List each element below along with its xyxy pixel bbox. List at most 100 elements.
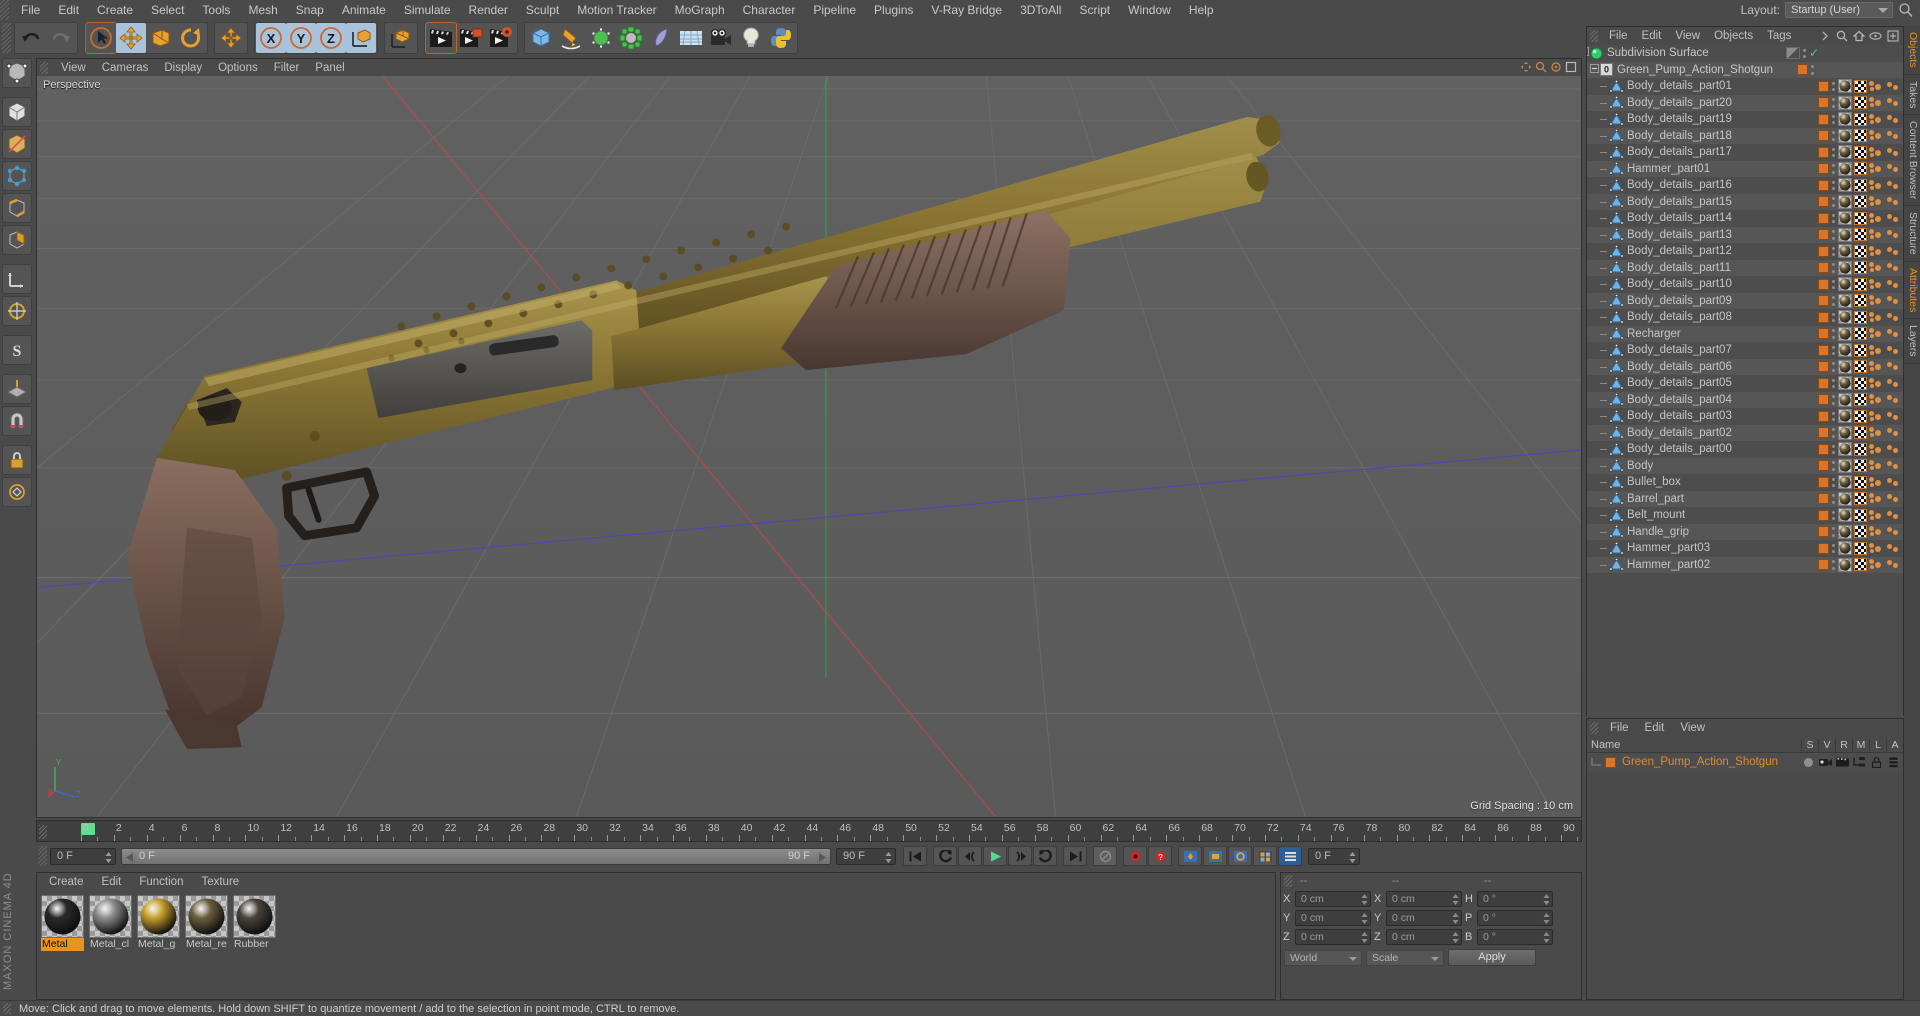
status-grip[interactable] [3,1003,11,1014]
visibility-dots[interactable] [1831,80,1836,93]
visibility-dots[interactable] [1831,327,1836,340]
texture-mode-button[interactable] [2,129,32,159]
material-tag-icon[interactable] [1838,277,1852,292]
object-name[interactable]: Body_details_part16 [1627,179,1732,191]
selection-tag-icon[interactable] [1869,228,1884,241]
selection-tag-icon[interactable] [1869,558,1884,571]
object-name[interactable]: Body_details_part03 [1627,410,1732,422]
extra-tag-icon[interactable] [1886,278,1901,291]
object-name[interactable]: Recharger [1627,328,1681,340]
extra-tag-icon[interactable] [1886,525,1901,538]
visibility-dots[interactable] [1831,344,1836,357]
undo-button[interactable] [16,23,46,53]
object-name[interactable]: Body_details_part05 [1627,377,1732,389]
selection-tag-icon[interactable] [1869,245,1884,258]
menu-3dtoall[interactable]: 3DToAll [1011,0,1070,20]
layer-column-m[interactable]: M [1852,738,1869,751]
object-tag-swatch[interactable] [1818,361,1829,373]
object-name[interactable]: Handle_grip [1627,526,1689,538]
spline-pen-button[interactable] [556,23,586,53]
object-tag-swatch[interactable] [1818,245,1829,257]
extra-tag-icon[interactable] [1886,360,1901,373]
object-name[interactable]: Body_details_part10 [1627,278,1732,290]
layer-menu-file[interactable]: File [1602,722,1637,734]
record-active-objects-button[interactable] [1123,846,1147,866]
object-tag-swatch[interactable] [1818,229,1829,241]
extra-tag-icon[interactable] [1886,327,1901,340]
timeline-settings-button[interactable] [1093,846,1117,866]
material-tag-icon[interactable] [1838,95,1852,110]
coord-size-field[interactable]: 0 cm [1386,929,1462,945]
material-label[interactable]: Metal_g [137,938,180,951]
material-tag-icon[interactable] [1838,458,1852,473]
layer-column-a[interactable]: A [1886,738,1903,751]
range-right-handle-icon[interactable] [817,852,827,862]
object-name[interactable]: Body_details_part12 [1627,245,1732,257]
visibility-dots[interactable] [1831,360,1836,373]
coord-rotation-field[interactable]: 0 ° [1477,910,1553,926]
points-mode-button[interactable] [2,161,32,191]
texture-tag-icon[interactable] [1854,244,1867,258]
keyframe-scale-button[interactable] [1203,846,1227,866]
pan-icon[interactable] [1520,61,1532,73]
selection-tag-icon[interactable] [1869,278,1884,291]
viewport-menu-filter[interactable]: Filter [266,62,308,74]
visibility-dots-2[interactable] [1802,47,1807,60]
object-tag-swatch[interactable] [1818,410,1829,422]
selection-tag-icon[interactable] [1869,525,1884,538]
viewport-menu-display[interactable]: Display [156,62,210,74]
camera-button[interactable] [706,23,736,53]
workplane-button[interactable] [2,374,32,404]
visibility-dots[interactable] [1831,492,1836,505]
texture-tag-icon[interactable] [1854,162,1867,176]
dock-tab-takes[interactable]: Takes [1904,75,1920,116]
coord-size-field[interactable]: 0 cm [1386,910,1462,926]
light-button[interactable] [736,23,766,53]
visibility-dots[interactable] [1831,443,1836,456]
extra-tag-icon[interactable] [1886,344,1901,357]
object-tag-swatch[interactable] [1818,509,1829,521]
extra-tag-icon[interactable] [1886,113,1901,126]
extra-tag-icon[interactable] [1886,179,1901,192]
material-tag-icon[interactable] [1838,491,1852,506]
visibility-dots[interactable] [1831,525,1836,538]
menu-mograph[interactable]: MoGraph [666,0,734,20]
layout-dropdown[interactable]: Startup (User) [1785,2,1893,18]
texture-tag-icon[interactable] [1854,459,1867,473]
texture-tag-icon[interactable] [1854,327,1867,341]
material-tag-icon[interactable] [1838,244,1852,259]
selection-tag-icon[interactable] [1869,476,1884,489]
selection-tag-icon[interactable] [1869,393,1884,406]
generator-button[interactable] [586,23,616,53]
material-tag-icon[interactable] [1838,310,1852,325]
material-tag-icon[interactable] [1838,326,1852,341]
menu-select[interactable]: Select [142,0,193,20]
material-tag-icon[interactable] [1838,293,1852,308]
object-tag-swatch[interactable] [1818,427,1829,439]
dock-tab-layers[interactable]: Layers [1904,319,1920,364]
object-tag-swatch[interactable] [1818,212,1829,224]
home-icon[interactable] [1851,29,1866,43]
object-tag-swatch[interactable] [1818,311,1829,323]
visibility-dots[interactable] [1785,47,1800,60]
object-tag-swatch[interactable] [1818,196,1829,208]
selection-tag-icon[interactable] [1869,443,1884,456]
deformer-button[interactable] [646,23,676,53]
rotate-tool[interactable] [176,23,206,53]
object-tag-swatch[interactable] [1818,146,1829,158]
lock-x-axis[interactable]: X [256,23,286,53]
material-tag-icon[interactable] [1838,524,1852,539]
object-tag-swatch[interactable] [1818,443,1829,455]
texture-tag-icon[interactable] [1854,475,1867,489]
visibility-dots[interactable] [1831,459,1836,472]
object-row[interactable]: Body_details_part05 [1587,375,1903,392]
layer-name[interactable]: Green_Pump_Action_Shotgun [1616,756,1778,768]
extra-tag-icon[interactable] [1886,146,1901,159]
extra-tag-icon[interactable] [1886,410,1901,423]
viewport-menu-options[interactable]: Options [210,62,266,74]
edges-mode-button[interactable] [2,193,32,223]
move-tool[interactable] [116,23,146,53]
texture-tag-icon[interactable] [1854,228,1867,242]
object-tag-swatch[interactable] [1797,64,1808,76]
enabled-check-icon[interactable]: ✓ [1809,47,1819,59]
